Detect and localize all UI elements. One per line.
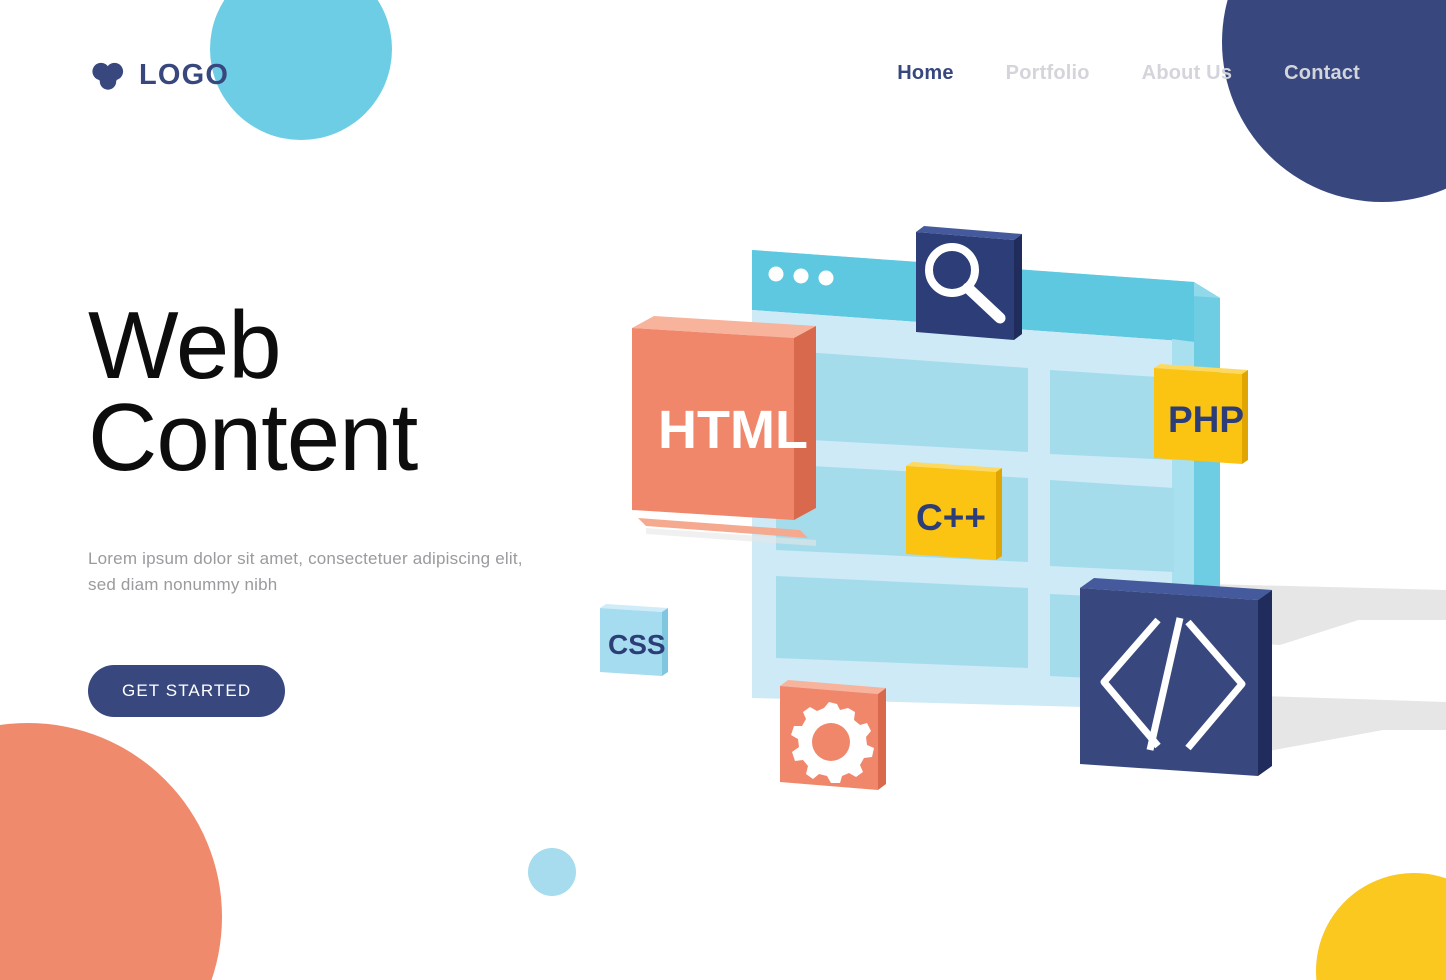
html-card-label: HTML [658,400,808,460]
css-card-illustration: CSS [600,604,668,676]
cpp-card-label: C++ [916,497,986,538]
css-card-label: CSS [608,629,666,660]
get-started-button[interactable]: GET STARTED [88,665,286,718]
page-title: Web Content [88,298,608,486]
php-card-illustration: PHP [1154,364,1248,464]
php-card-label: PHP [1168,399,1244,440]
nav-item-contact[interactable]: Contact [1284,62,1360,85]
nav-item-about-us[interactable]: About Us [1142,62,1232,85]
nav-item-home[interactable]: Home [897,62,953,85]
brand-logo[interactable]: LOGO [88,55,229,95]
hero-section: Web Content Lorem ipsum dolor sit amet, … [88,298,608,718]
brand-logo-text: LOGO [139,58,230,91]
nav-item-portfolio[interactable]: Portfolio [1006,62,1090,85]
hero-title-line-2: Content [88,384,418,492]
html-card-illustration: HTML [632,316,816,546]
search-card-illustration [916,226,1022,340]
yellow-circle-bottomright-decoration [1316,873,1446,980]
main-navigation: Home Portfolio About Us Contact [897,62,1360,85]
cpp-card-illustration: C++ [906,462,1002,560]
landing-page: LOGO Home Portfolio About Us Contact Web… [0,0,1446,980]
sky-dot-bottom-decoration [528,848,576,896]
browser-dot [793,268,809,284]
gear-card-illustration [780,680,886,790]
cloud-logo-icon [88,55,128,95]
salmon-circle-bottomleft-decoration [0,723,222,980]
web-content-illustration: .cardtxt { font-family:"Liberation Sans"… [580,190,1446,830]
hero-title-line-1: Web [88,292,282,399]
code-card-illustration [1080,578,1272,776]
site-header: LOGO Home Portfolio About Us Contact [0,0,1446,150]
hero-subtitle: Lorem ipsum dolor sit amet, consectetuer… [88,549,523,594]
browser-dot [768,266,784,282]
browser-dot [818,270,834,286]
